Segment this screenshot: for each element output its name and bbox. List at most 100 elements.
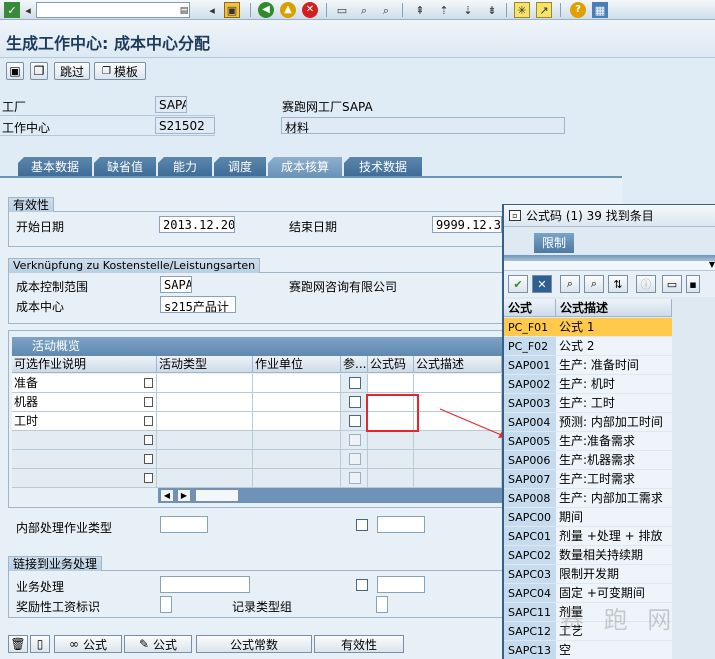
activity-type-cell[interactable] [157, 374, 253, 393]
tab-basic-data[interactable]: 基本数据 [18, 157, 92, 176]
list-item[interactable]: SAPC00 期间 [504, 508, 715, 527]
tab-scheduling[interactable]: 调度 [214, 157, 266, 176]
tab-restrictions[interactable]: 限制 [534, 233, 574, 253]
help-icon[interactable]: ? [570, 2, 586, 18]
template-button[interactable]: ❐ 模板 [94, 62, 146, 80]
activity-unit-cell[interactable] [253, 374, 341, 393]
command-field[interactable] [36, 2, 190, 18]
find-next-icon[interactable]: ⌕ [378, 2, 394, 18]
find-next-icon[interactable]: ⌕ [584, 275, 604, 293]
text-icon[interactable] [144, 473, 153, 483]
find-icon[interactable]: ⌕ [560, 275, 580, 293]
formula-button-1[interactable]: ∞ 公式 [54, 635, 122, 653]
cost-center-field[interactable]: s215产品计 [160, 296, 236, 313]
sort-icon[interactable]: ⇅ [608, 275, 628, 293]
end-date-field[interactable]: 9999.12.3 [432, 216, 502, 233]
print-icon[interactable]: ▭ [662, 275, 682, 293]
column-header-formula-desc[interactable]: 公式描述 [414, 356, 502, 373]
activity-type-cell[interactable] [157, 412, 253, 431]
list-item[interactable]: SAP005 生产:准备需求 [504, 432, 715, 451]
text-icon[interactable] [144, 416, 153, 426]
business-process-checkbox[interactable] [356, 579, 368, 591]
internal-activity-field[interactable] [160, 516, 208, 533]
list-item[interactable]: PC_F02 公式 2 [504, 337, 715, 356]
last-page-icon[interactable]: ⇟ [484, 2, 500, 18]
collapse-icon[interactable]: ◂ [204, 2, 220, 18]
column-header-formula-description[interactable]: 公式描述 [556, 299, 672, 317]
collapse-arrow-icon[interactable]: ▼ [709, 260, 715, 269]
enter-icon[interactable]: ✓ [4, 2, 20, 18]
business-formula-field[interactable] [377, 576, 425, 593]
incentive-wage-field[interactable] [160, 596, 172, 613]
list-item[interactable]: PC_F01 公式 1 [504, 318, 715, 337]
exit-icon[interactable]: ▲ [280, 2, 296, 18]
close-icon[interactable]: ✕ [532, 275, 552, 293]
customize-icon[interactable]: ▦ [592, 2, 608, 18]
activity-description-cell[interactable]: 机器 [12, 393, 157, 412]
column-header-description[interactable]: 可选作业说明 [12, 356, 157, 373]
tab-defaults[interactable]: 缺省值 [94, 157, 156, 176]
list-item[interactable]: SAP002 生产: 机时 [504, 375, 715, 394]
list-item[interactable]: SAP001 生产: 准备时间 [504, 356, 715, 375]
new-session-icon[interactable]: ✳ [514, 2, 530, 18]
list-item[interactable]: SAP007 生产:工时需求 [504, 470, 715, 489]
column-header-reference[interactable]: 参... [341, 356, 368, 373]
business-process-field[interactable] [160, 576, 250, 593]
first-page-icon[interactable]: ⇞ [412, 2, 428, 18]
copy-button[interactable]: ❐ [30, 62, 48, 80]
formula-key-cell[interactable] [368, 374, 414, 393]
command-history-icon[interactable]: ▤ [176, 3, 192, 19]
skip-button[interactable]: 跳过 [54, 62, 90, 80]
activity-unit-cell[interactable] [253, 412, 341, 431]
controlling-area-field[interactable]: SAPA [160, 276, 192, 293]
activity-description-cell[interactable] [12, 469, 157, 488]
list-item[interactable]: SAP006 生产:机器需求 [504, 451, 715, 470]
validity-button[interactable]: 有效性 [314, 635, 404, 653]
column-header-formula-key[interactable]: 公式码 [368, 356, 414, 373]
scroll-right-icon[interactable]: ▶ [177, 489, 191, 502]
tab-costing[interactable]: 成本核算 [268, 157, 342, 176]
popup-collapse-bar[interactable]: ▼ [504, 260, 715, 271]
text-icon[interactable] [144, 378, 153, 388]
list-item[interactable]: SAP004 预测: 内部加工时间 [504, 413, 715, 432]
text-icon[interactable] [144, 435, 153, 445]
list-item[interactable]: SAPC01 剂量 +处理 + 排放 [504, 527, 715, 546]
list-item[interactable]: SAP008 生产: 内部加工需求 [504, 489, 715, 508]
cancel-icon[interactable]: ✕ [302, 2, 318, 18]
record-type-field[interactable] [376, 596, 388, 613]
internal-activity-checkbox[interactable] [356, 519, 368, 531]
tab-technical-data[interactable]: 技术数据 [344, 157, 422, 176]
list-item[interactable]: SAPC13 空 [504, 641, 715, 659]
activity-description-cell[interactable] [12, 431, 157, 450]
back-icon[interactable]: ◀ [258, 2, 274, 18]
more-icon[interactable]: ▪ [686, 275, 700, 293]
shortcut-icon[interactable]: ↗ [536, 2, 552, 18]
scroll-thumb[interactable] [195, 489, 239, 502]
start-date-field[interactable]: 2013.12.20 [159, 216, 235, 233]
activity-description-cell[interactable] [12, 450, 157, 469]
list-item[interactable]: SAP003 生产: 工时 [504, 394, 715, 413]
scroll-left-icon[interactable]: ◀ [160, 489, 174, 502]
column-header-formula[interactable]: 公式 [504, 299, 556, 317]
next-page-icon[interactable]: ⇣ [460, 2, 476, 18]
activity-unit-cell[interactable] [253, 393, 341, 412]
text-icon[interactable] [144, 454, 153, 464]
other-workcenter-button[interactable]: ▣ [6, 62, 24, 80]
confirm-icon[interactable]: ✔ [508, 275, 528, 293]
reference-checkbox[interactable] [349, 377, 361, 389]
prev-page-icon[interactable]: ⇡ [436, 2, 452, 18]
command-dropdown-icon[interactable]: ◂ [20, 2, 36, 18]
activity-type-cell[interactable] [157, 393, 253, 412]
text-icon[interactable] [144, 397, 153, 407]
reference-checkbox[interactable] [349, 415, 361, 427]
formula-constants-button[interactable]: 公式常数 [196, 635, 312, 653]
activity-description-cell[interactable]: 准备 [12, 374, 157, 393]
tab-capacity[interactable]: 能力 [158, 157, 212, 176]
new-entry-button[interactable]: ▯ [30, 635, 50, 653]
column-header-activity-type[interactable]: 活动类型 [157, 356, 253, 373]
list-item[interactable]: SAPC03 限制开发期 [504, 565, 715, 584]
reference-checkbox[interactable] [349, 396, 361, 408]
formula-button-2[interactable]: ✎ 公式 [124, 635, 192, 653]
activity-description-cell[interactable]: 工时 [12, 412, 157, 431]
delete-button[interactable]: 🗑 [8, 635, 28, 653]
